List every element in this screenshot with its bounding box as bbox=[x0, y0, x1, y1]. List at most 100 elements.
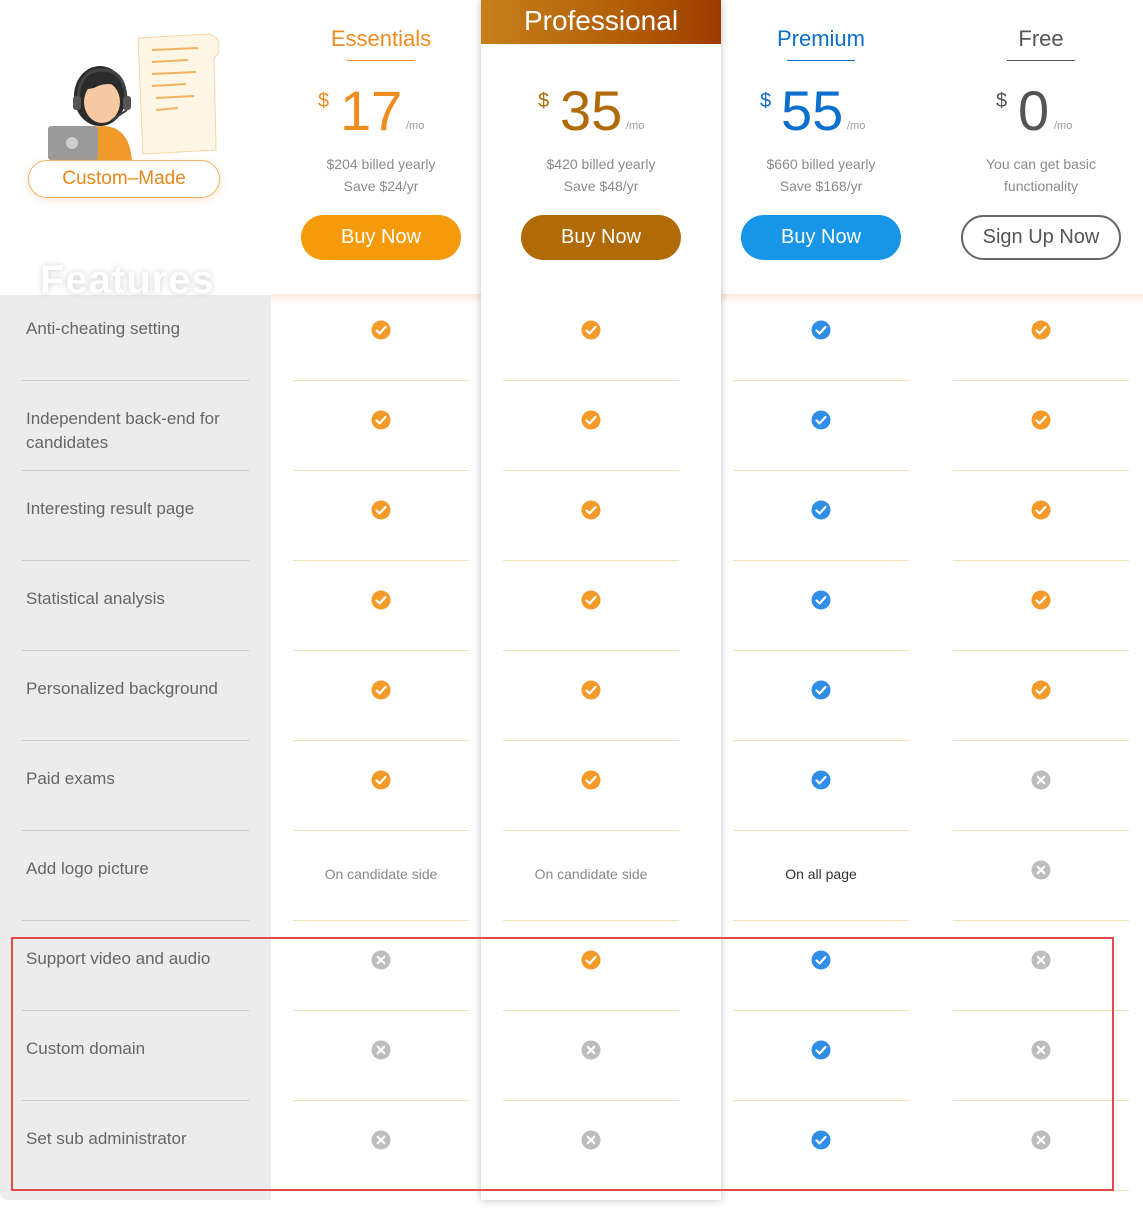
check-icon bbox=[581, 680, 601, 700]
check-icon bbox=[1031, 680, 1051, 700]
billing-line: functionality bbox=[1004, 178, 1078, 194]
feature-label: Interesting result page bbox=[26, 499, 195, 518]
check-icon bbox=[811, 500, 831, 520]
feature-cell bbox=[503, 921, 679, 1011]
billing-line: Save $24/yr bbox=[343, 178, 419, 194]
buy-now-button[interactable]: Buy Now bbox=[301, 215, 461, 260]
price-amount: 35 bbox=[560, 79, 623, 142]
check-icon bbox=[1031, 320, 1051, 340]
currency-symbol: $ bbox=[538, 90, 550, 112]
plan-name: Premium bbox=[776, 26, 865, 51]
check-icon bbox=[811, 770, 831, 790]
check-icon bbox=[811, 410, 831, 430]
plan-column-essentials: Essentials $17/mo $204 billed yearly Save $… bbox=[271, 0, 491, 1200]
feature-label: Paid exams bbox=[26, 769, 115, 788]
plan-name-underline bbox=[787, 60, 855, 61]
plan-header: Premium $55/mo $660 billed yearly Save $168… bbox=[711, 0, 931, 295]
check-icon bbox=[581, 770, 601, 790]
feature-cell bbox=[733, 471, 909, 561]
price: $17/mo bbox=[271, 80, 491, 150]
plan-column-premium: Premium $55/mo $660 billed yearly Save $168… bbox=[711, 0, 931, 1200]
feature-row: Anti-cheating setting bbox=[22, 291, 249, 381]
cross-icon bbox=[1031, 770, 1051, 790]
feature-cell bbox=[733, 651, 909, 741]
feature-row: Set sub administrator bbox=[22, 1101, 249, 1191]
feature-cell bbox=[503, 741, 679, 831]
feature-cell bbox=[293, 741, 469, 831]
price-period: /mo bbox=[626, 120, 645, 132]
billing-info: $204 billed yearly Save $24/yr bbox=[271, 153, 491, 197]
plan-name: Essentials bbox=[330, 26, 432, 51]
features-column: Custom–Made Features Anti-cheating setti… bbox=[0, 0, 271, 1200]
feature-cell bbox=[953, 741, 1129, 831]
cross-icon bbox=[581, 1040, 601, 1060]
check-icon bbox=[811, 1130, 831, 1150]
billing-line: Save $168/yr bbox=[779, 178, 863, 194]
plan-header: Free $0/mo You can get basic functionality S… bbox=[931, 0, 1143, 295]
check-icon bbox=[811, 590, 831, 610]
feature-label: Custom domain bbox=[26, 1039, 146, 1058]
check-icon bbox=[371, 770, 391, 790]
feature-cell: On candidate side bbox=[503, 831, 679, 921]
support-agent-illustration-icon bbox=[48, 33, 220, 162]
feature-cell bbox=[953, 921, 1129, 1011]
plan-column-free: Free $0/mo You can get basic functionality S… bbox=[931, 0, 1143, 1200]
buy-now-button[interactable]: Buy Now bbox=[741, 215, 901, 260]
sign-up-button[interactable]: Sign Up Now bbox=[961, 215, 1121, 260]
price-amount: 0 bbox=[1018, 79, 1050, 142]
feature-label: Set sub administrator bbox=[26, 1129, 187, 1148]
feature-cell bbox=[293, 471, 469, 561]
feature-row: Statistical analysis bbox=[22, 561, 249, 651]
feature-row: Interesting result page bbox=[22, 471, 249, 561]
feature-cell bbox=[953, 1101, 1129, 1191]
feature-cell bbox=[293, 921, 469, 1011]
price-amount: 17 bbox=[340, 79, 403, 142]
plan-header: Professional $35/mo $420 billed yearly Save… bbox=[481, 0, 721, 295]
plan-name-underline bbox=[347, 60, 415, 61]
feature-label: Add logo picture bbox=[26, 859, 149, 878]
cross-icon bbox=[1031, 1130, 1051, 1150]
price: $35/mo bbox=[481, 80, 721, 150]
check-icon bbox=[581, 410, 601, 430]
feature-cell bbox=[503, 651, 679, 741]
check-icon bbox=[811, 950, 831, 970]
check-icon bbox=[581, 590, 601, 610]
price-period: /mo bbox=[1054, 120, 1073, 132]
buy-now-button[interactable]: Buy Now bbox=[521, 215, 681, 260]
feature-label: Support video and audio bbox=[26, 949, 211, 968]
feature-cell bbox=[293, 1011, 469, 1101]
currency-symbol: $ bbox=[318, 90, 330, 112]
feature-cell bbox=[953, 381, 1129, 471]
billing-info: $660 billed yearly Save $168/yr bbox=[711, 153, 931, 197]
price-period: /mo bbox=[406, 120, 425, 132]
billing-line: Save $48/yr bbox=[563, 178, 639, 194]
billing-line: You can get basic bbox=[985, 156, 1096, 172]
check-icon bbox=[1031, 590, 1051, 610]
feature-cell bbox=[953, 561, 1129, 651]
check-icon bbox=[371, 500, 391, 520]
feature-cell bbox=[733, 561, 909, 651]
feature-cell bbox=[733, 1011, 909, 1101]
billing-info: You can get basic functionality bbox=[931, 153, 1143, 197]
price: $0/mo bbox=[931, 80, 1143, 150]
feature-cell bbox=[503, 561, 679, 651]
feature-row: Add logo picture bbox=[22, 831, 249, 921]
feature-cell bbox=[293, 1101, 469, 1191]
billing-line: $420 billed yearly bbox=[546, 156, 656, 172]
feature-cell bbox=[733, 1101, 909, 1191]
check-icon bbox=[581, 500, 601, 520]
feature-label: Independent back-end for candidates bbox=[26, 409, 220, 452]
plan-name: Free bbox=[1018, 26, 1064, 51]
custom-made-badge: Custom–Made bbox=[28, 30, 228, 205]
custom-made-label[interactable]: Custom–Made bbox=[28, 160, 220, 198]
check-icon bbox=[811, 320, 831, 340]
feature-row: Independent back-end for candidates bbox=[22, 381, 249, 471]
plan-name: Professional bbox=[481, 0, 721, 44]
feature-cell: On all page bbox=[733, 831, 909, 921]
feature-cell bbox=[953, 651, 1129, 741]
billing-info: $420 billed yearly Save $48/yr bbox=[481, 153, 721, 197]
feature-cell bbox=[503, 381, 679, 471]
check-icon bbox=[1031, 410, 1051, 430]
feature-cell bbox=[953, 831, 1129, 921]
cross-icon bbox=[371, 1130, 391, 1150]
